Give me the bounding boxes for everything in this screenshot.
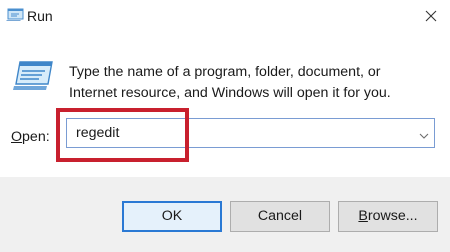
open-label-accelerator: O: [11, 129, 23, 145]
description-line-2: Internet resource, and Windows will open…: [69, 85, 391, 101]
close-icon: [425, 10, 437, 22]
cancel-button[interactable]: Cancel: [230, 201, 330, 232]
close-button[interactable]: [416, 2, 446, 30]
run-description: Type the name of a program, folder, docu…: [69, 62, 409, 104]
open-combobox[interactable]: [66, 118, 435, 148]
open-label-text: pen:: [22, 129, 50, 145]
chevron-down-icon[interactable]: [417, 128, 431, 139]
ok-button[interactable]: OK: [122, 201, 222, 232]
browse-button[interactable]: Browse...: [338, 201, 438, 232]
browse-label: rowse...: [367, 208, 418, 224]
browse-accelerator: B: [358, 208, 368, 224]
run-dialog-icon: [6, 8, 24, 22]
open-input[interactable]: [76, 119, 406, 147]
title-bar: Run: [0, 0, 450, 32]
window-title: Run: [27, 8, 53, 24]
open-label: Open:: [11, 129, 50, 145]
description-line-1: Type the name of a program, folder, docu…: [69, 64, 381, 80]
run-dialog-large-icon: [12, 60, 54, 92]
